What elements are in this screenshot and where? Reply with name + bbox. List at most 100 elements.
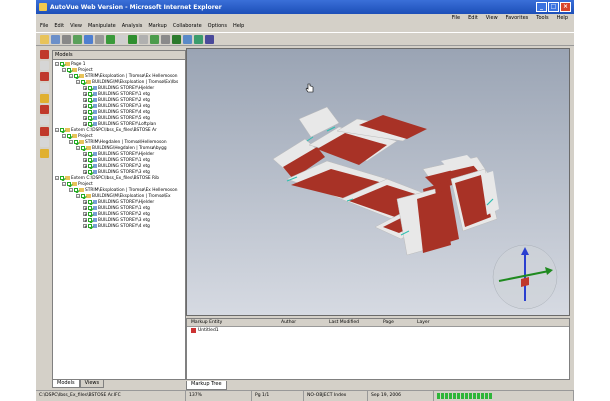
visibility-checkbox[interactable] <box>88 218 92 222</box>
select-icon[interactable] <box>139 34 148 44</box>
visibility-checkbox[interactable] <box>60 128 64 132</box>
menu-help[interactable]: Help <box>233 22 244 31</box>
expand-icon[interactable]: + <box>83 164 87 169</box>
collapse-icon[interactable]: - <box>76 80 80 85</box>
cloud-icon[interactable] <box>39 149 49 158</box>
shading-icon[interactable] <box>150 34 159 44</box>
visibility-checkbox[interactable] <box>88 98 92 102</box>
arrow-icon[interactable] <box>39 83 49 92</box>
tab-views[interactable]: Views <box>79 380 105 388</box>
3d-viewport[interactable] <box>186 48 570 316</box>
open-icon[interactable] <box>40 34 49 44</box>
collapse-icon[interactable]: - <box>55 62 59 67</box>
visibility-checkbox[interactable] <box>67 182 71 186</box>
collapse-icon[interactable]: - <box>62 182 66 187</box>
visibility-checkbox[interactable] <box>88 116 92 120</box>
expand-icon[interactable]: + <box>83 152 87 157</box>
zoom-icon[interactable] <box>84 34 93 44</box>
visibility-checkbox[interactable] <box>81 194 85 198</box>
menu-view[interactable]: View <box>70 22 82 31</box>
visibility-checkbox[interactable] <box>74 140 78 144</box>
pointer-icon[interactable] <box>39 61 49 70</box>
visibility-checkbox[interactable] <box>88 110 92 114</box>
expand-icon[interactable]: + <box>83 116 87 121</box>
tab-models[interactable]: Models <box>52 380 80 388</box>
explode-icon[interactable] <box>183 34 192 44</box>
collapse-icon[interactable]: - <box>76 146 80 151</box>
visibility-checkbox[interactable] <box>88 164 92 168</box>
col-layer[interactable]: Layer <box>413 319 447 326</box>
visibility-checkbox[interactable] <box>67 134 71 138</box>
col-page[interactable]: Page <box>379 319 413 326</box>
collapse-icon[interactable]: - <box>55 176 59 181</box>
collapse-icon[interactable]: - <box>69 74 73 79</box>
collapse-icon[interactable]: - <box>62 68 66 73</box>
menu-edit[interactable]: Edit <box>54 22 64 31</box>
pen-icon[interactable] <box>39 105 49 114</box>
visibility-checkbox[interactable] <box>60 176 64 180</box>
expand-icon[interactable]: + <box>83 104 87 109</box>
visibility-checkbox[interactable] <box>88 224 92 228</box>
wireframe-icon[interactable] <box>161 34 170 44</box>
walk-icon[interactable] <box>128 34 137 44</box>
menu-manipulate[interactable]: Manipulate <box>88 22 116 31</box>
ie-menu-edit[interactable]: Edit <box>468 15 478 21</box>
close-button[interactable]: × <box>560 2 571 12</box>
expand-icon[interactable]: + <box>83 170 87 175</box>
markup-icon[interactable] <box>39 50 49 59</box>
expand-icon[interactable]: + <box>83 110 87 115</box>
menu-collaborate[interactable]: Collaborate <box>173 22 202 31</box>
col-last-modified[interactable]: Last Modified <box>325 319 379 326</box>
line-icon[interactable] <box>39 72 49 81</box>
visibility-checkbox[interactable] <box>60 62 64 66</box>
menu-markup[interactable]: Markup <box>148 22 167 31</box>
visibility-checkbox[interactable] <box>88 212 92 216</box>
markup-row[interactable]: Untitled1 <box>187 327 569 334</box>
col-author[interactable]: Author <box>277 319 325 326</box>
visibility-checkbox[interactable] <box>88 86 92 90</box>
navigation-cube-icon[interactable] <box>492 244 558 310</box>
collapse-icon[interactable]: - <box>55 128 59 133</box>
visibility-checkbox[interactable] <box>74 188 78 192</box>
expand-icon[interactable]: + <box>83 218 87 223</box>
collapse-icon[interactable]: - <box>69 188 73 193</box>
visibility-checkbox[interactable] <box>88 122 92 126</box>
ie-menu-help[interactable]: Help <box>557 15 568 21</box>
menu-analysis[interactable]: Analysis <box>122 22 143 31</box>
ie-menu-view[interactable]: View <box>486 15 498 21</box>
visibility-checkbox[interactable] <box>88 200 92 204</box>
highlight-icon[interactable] <box>39 127 49 136</box>
grid-icon[interactable] <box>205 34 214 44</box>
ie-menu-favorites[interactable]: Favorites <box>506 15 529 21</box>
section-icon[interactable] <box>172 34 181 44</box>
expand-icon[interactable]: + <box>83 98 87 103</box>
menu-file[interactable]: File <box>40 22 48 31</box>
expand-icon[interactable]: + <box>83 206 87 211</box>
visibility-checkbox[interactable] <box>88 206 92 210</box>
visibility-checkbox[interactable] <box>88 170 92 174</box>
tab-markup-tree[interactable]: Markup Tree <box>186 381 227 390</box>
text-icon[interactable] <box>39 116 49 125</box>
maximize-button[interactable]: □ <box>548 2 559 12</box>
refresh-icon[interactable] <box>73 34 82 44</box>
expand-icon[interactable]: + <box>83 86 87 91</box>
visibility-checkbox[interactable] <box>74 74 78 78</box>
zoom-fit-icon[interactable] <box>95 34 104 44</box>
visibility-checkbox[interactable] <box>81 80 85 84</box>
measure-icon[interactable] <box>194 34 203 44</box>
expand-icon[interactable]: + <box>83 212 87 217</box>
expand-icon[interactable]: + <box>83 158 87 163</box>
collapse-icon[interactable]: - <box>69 140 73 145</box>
visibility-checkbox[interactable] <box>88 92 92 96</box>
print-icon[interactable] <box>62 34 71 44</box>
expand-icon[interactable]: + <box>83 200 87 205</box>
rotate-icon[interactable] <box>106 34 115 44</box>
visibility-checkbox[interactable] <box>88 104 92 108</box>
menu-options[interactable]: Options <box>208 22 227 31</box>
expand-icon[interactable]: + <box>83 224 87 229</box>
visibility-checkbox[interactable] <box>88 152 92 156</box>
visibility-checkbox[interactable] <box>67 68 71 72</box>
ie-menu-file[interactable]: File <box>452 15 460 21</box>
visibility-checkbox[interactable] <box>88 158 92 162</box>
visibility-checkbox[interactable] <box>81 146 85 150</box>
